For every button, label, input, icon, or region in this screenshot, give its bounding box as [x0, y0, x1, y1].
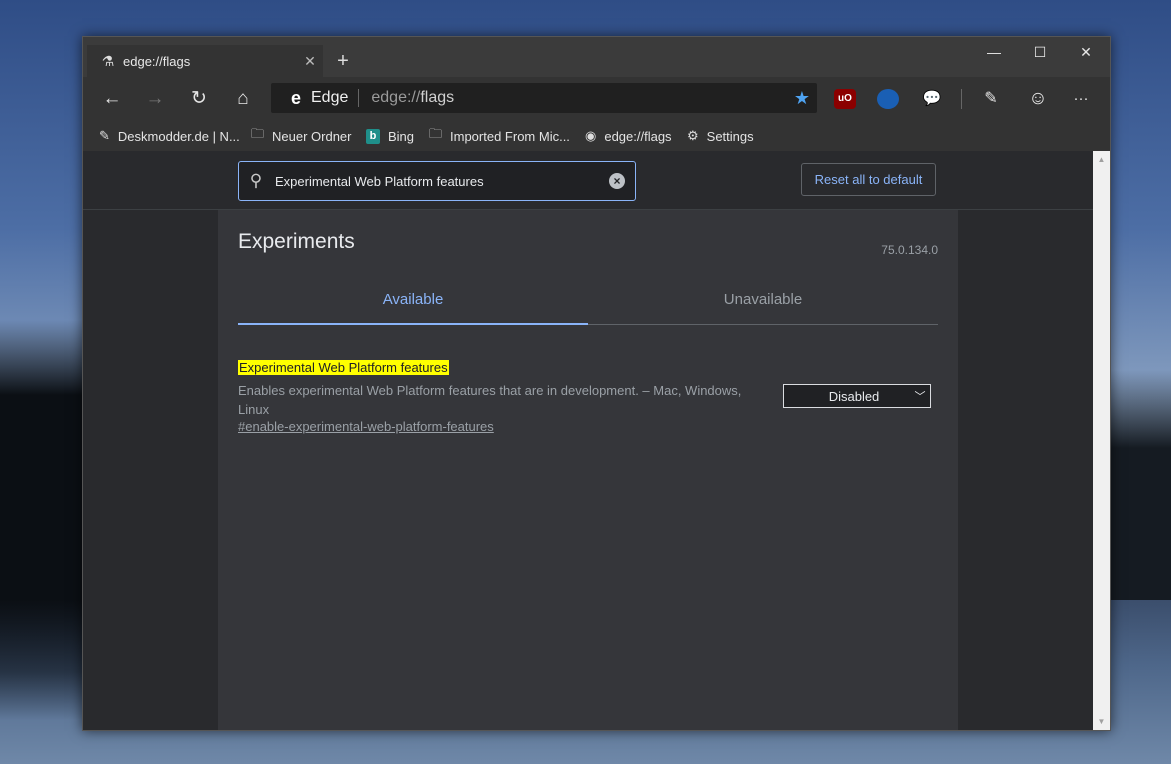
bing-icon: b	[366, 128, 380, 144]
flag-state-select[interactable]: Disabled ﹀	[783, 384, 931, 408]
tab-close-icon[interactable]: ✕	[297, 53, 323, 70]
tab-title: edge://flags	[123, 53, 191, 69]
extension-icon[interactable]	[877, 89, 899, 109]
version-label: 75.0.134.0	[881, 243, 938, 257]
search-icon: ⚲	[249, 171, 263, 190]
title-bar: ⚗ edge://flags ✕ + — ☐ ✕	[83, 37, 1110, 77]
bookmark-label: Settings	[706, 128, 754, 144]
folder-icon: 🗀	[429, 126, 443, 141]
bookmark-label: Deskmodder.de | N...	[117, 128, 240, 144]
address-url[interactable]: edge://flags	[359, 89, 787, 107]
flask-icon: ⚗	[101, 52, 115, 69]
bookmark-imported[interactable]: 🗀 Imported From Mic...	[429, 126, 570, 146]
desktop-reflection	[0, 600, 95, 720]
bookmark-label: Imported From Mic...	[450, 128, 570, 144]
bookmark-label: edge://flags	[604, 128, 672, 144]
scroll-down-icon[interactable]: ▼	[1093, 713, 1110, 730]
flags-page: ⚲ × Reset all to default Experiments 75.…	[83, 151, 1093, 730]
vertical-scrollbar[interactable]: ▲ ▼	[1093, 151, 1110, 730]
bookmark-deskmodder[interactable]: ✎ Deskmodder.de | N...	[99, 126, 240, 146]
browser-window: ⚗ edge://flags ✕ + — ☐ ✕ ← → ↻ ⌂ e Edge …	[82, 36, 1111, 731]
bookmark-bing[interactable]: b Bing	[366, 126, 414, 146]
emoji-feedback-icon[interactable]: ☺	[1023, 85, 1053, 113]
edge-logo-icon: e	[290, 87, 301, 108]
search-box: ⚲ ×	[238, 161, 636, 201]
feedback-extension-icon[interactable]: 💬	[921, 89, 943, 109]
back-button[interactable]: ←	[97, 85, 127, 113]
flag-description: Enables experimental Web Platform featur…	[238, 383, 742, 417]
bookmarks-bar: ✎ Deskmodder.de | N... 🗀 Neuer Ordner b …	[83, 121, 1110, 151]
flag-name: Experimental Web Platform features	[238, 360, 449, 375]
url-path: flags	[420, 89, 455, 106]
bookmark-label: Neuer Ordner	[272, 128, 352, 144]
ublock-extension-icon[interactable]: uO	[834, 89, 856, 109]
reset-all-button[interactable]: Reset all to default	[801, 163, 936, 196]
desktop-trees-left	[0, 320, 90, 620]
gear-icon: ⚙	[687, 128, 699, 143]
tab-unavailable[interactable]: Unavailable	[588, 276, 938, 324]
experiments-tabs: Available Unavailable	[238, 276, 938, 325]
minimize-button[interactable]: —	[971, 37, 1017, 67]
chevron-down-icon: ﹀	[914, 391, 926, 403]
page-title: Experiments	[238, 230, 355, 253]
more-menu-icon[interactable]: ···	[1066, 85, 1096, 113]
new-tab-button[interactable]: +	[331, 49, 355, 73]
tab-available[interactable]: Available	[238, 276, 588, 325]
bookmark-label: Bing	[388, 128, 415, 144]
pen-icon[interactable]: ✎	[976, 85, 1006, 113]
search-input[interactable]	[273, 172, 609, 190]
flag-item: Experimental Web Platform features Enabl…	[238, 360, 938, 450]
flag-permalink[interactable]: #enable-experimental-web-platform-featur…	[238, 419, 494, 434]
home-button[interactable]: ⌂	[228, 85, 258, 113]
bookmark-edge-flags[interactable]: ◉ edge://flags	[585, 126, 672, 146]
bookmark-neuer-ordner[interactable]: 🗀 Neuer Ordner	[251, 126, 352, 146]
forward-button[interactable]: →	[140, 85, 170, 113]
toolbar-separator	[961, 89, 962, 109]
favorite-star-icon[interactable]: ★	[787, 88, 817, 109]
folder-icon: 🗀	[251, 126, 265, 141]
url-scheme: edge://	[371, 89, 421, 106]
desktop-trees-right	[1101, 370, 1171, 630]
experiments-panel: Experiments 75.0.134.0 Available Unavail…	[218, 210, 958, 730]
toolbar: ← → ↻ ⌂ e Edge edge://flags ★ uO 💬 ✎ ☺ ·…	[83, 77, 1110, 121]
clear-search-icon[interactable]: ×	[609, 173, 625, 189]
refresh-button[interactable]: ↻	[184, 85, 214, 113]
pen-icon: ✎	[99, 128, 110, 143]
globe-icon: ◉	[585, 128, 597, 143]
bookmark-settings[interactable]: ⚙ Settings	[687, 126, 754, 146]
flag-state-value: Disabled	[828, 388, 880, 404]
address-brand: Edge	[311, 89, 360, 107]
address-bar[interactable]: e Edge edge://flags ★	[271, 83, 817, 113]
tab-flags[interactable]: ⚗ edge://flags ✕	[87, 45, 323, 77]
close-window-button[interactable]: ✕	[1063, 37, 1109, 67]
scroll-up-icon[interactable]: ▲	[1093, 151, 1110, 168]
maximize-button[interactable]: ☐	[1017, 37, 1063, 67]
search-header: ⚲ × Reset all to default	[83, 151, 1093, 210]
